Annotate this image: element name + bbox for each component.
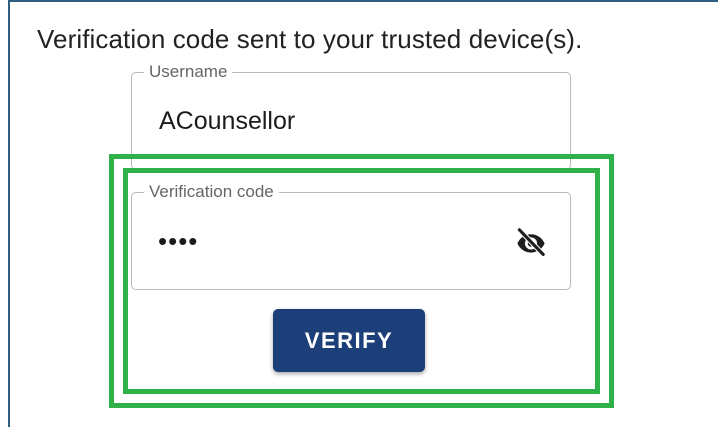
verification-panel: Verification code sent to your trusted d… <box>8 0 718 427</box>
eye-off-icon <box>517 227 546 257</box>
username-label: Username <box>144 62 233 82</box>
verification-code-label: Verification code <box>144 182 279 202</box>
verification-message: Verification code sent to your trusted d… <box>37 24 583 54</box>
verification-code-field[interactable]: Verification code •••• <box>131 182 571 290</box>
verify-button[interactable]: VERIFY <box>273 309 425 372</box>
toggle-visibility-button[interactable] <box>512 223 550 261</box>
username-value: ACounsellor <box>159 107 296 135</box>
verification-code-value: •••• <box>158 226 199 256</box>
